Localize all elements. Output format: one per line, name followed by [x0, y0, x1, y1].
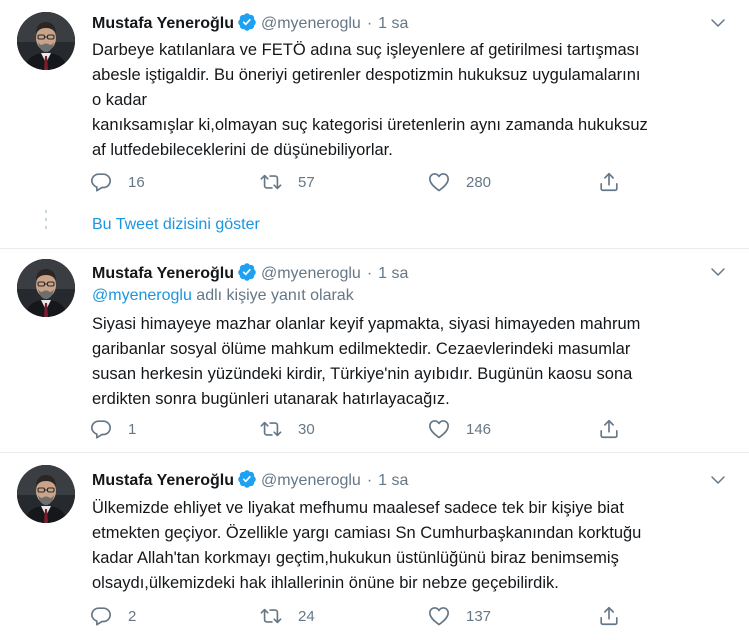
like-count: 137: [466, 607, 492, 625]
tweet-text-line: abesle iştigaldir. Bu öneriyi getirenler…: [92, 66, 641, 84]
tweet-text-line: kanıksamışlar ki,olmayan suç kategorisi …: [92, 116, 648, 134]
retweet-button[interactable]: 24: [260, 604, 315, 628]
reply-icon: [90, 418, 112, 440]
author-handle[interactable]: @myeneroglu: [261, 15, 361, 32]
share-icon: [598, 418, 620, 440]
retweet-icon: [260, 605, 282, 627]
reply-count: 2: [128, 607, 137, 625]
tweet-text-line: garibanlar sosyal ölüme mahkum edilmekte…: [92, 340, 631, 358]
verified-badge-icon: [237, 469, 257, 489]
retweet-icon: [260, 171, 282, 193]
tweet-text-line: o kadar: [92, 91, 148, 109]
tweet[interactable]: Mustafa Yeneroğlu @myeneroglu · 1 sa @myene…: [0, 248, 749, 453]
like-button[interactable]: 137: [428, 604, 491, 628]
tweet-text-line: etmekten geçiyor. Özellikle yargı camias…: [92, 524, 642, 542]
retweet-icon: [260, 418, 282, 440]
reply-button[interactable]: 2: [90, 604, 136, 628]
tweet[interactable]: Mustafa Yeneroğlu @myeneroglu · 1 sa Darbey…: [0, 0, 749, 201]
author-name[interactable]: Mustafa Yeneroğlu: [92, 472, 234, 489]
chevron-down-icon[interactable]: [709, 263, 727, 281]
retweet-button[interactable]: 57: [260, 170, 315, 194]
reply-count: 16: [128, 173, 145, 191]
tweet-header: Mustafa Yeneroğlu @myeneroglu · 1 sa: [92, 469, 719, 491]
heart-icon: [428, 605, 450, 627]
like-button[interactable]: 280: [428, 170, 491, 194]
heart-icon: [428, 171, 450, 193]
avatar[interactable]: [17, 12, 75, 70]
retweet-button[interactable]: 30: [260, 417, 315, 441]
tweet-actions: 2 24 137: [90, 604, 650, 628]
reply-count: 1: [128, 420, 137, 438]
tweet-text: Darbeye katılanlara ve FETÖ adına suç iş…: [92, 38, 732, 163]
timestamp[interactable]: 1 sa: [378, 15, 408, 32]
tweet-header: Mustafa Yeneroğlu @myeneroglu · 1 sa: [92, 262, 719, 284]
reply-to-handle-link[interactable]: @myeneroglu: [92, 287, 192, 304]
avatar[interactable]: [17, 465, 75, 523]
timestamp[interactable]: 1 sa: [378, 472, 408, 489]
share-icon: [598, 171, 620, 193]
reply-button[interactable]: 16: [90, 170, 145, 194]
timestamp[interactable]: 1 sa: [378, 265, 408, 282]
heart-icon: [428, 418, 450, 440]
tweet-header: Mustafa Yeneroğlu @myeneroglu · 1 sa: [92, 12, 719, 34]
chevron-down-icon[interactable]: [709, 471, 727, 489]
author-name[interactable]: Mustafa Yeneroğlu: [92, 265, 234, 282]
tweet-actions: 1 30 146: [90, 417, 650, 441]
author-handle[interactable]: @myeneroglu: [261, 472, 361, 489]
separator-dot: ·: [366, 472, 373, 489]
verified-badge-icon: [237, 262, 257, 282]
tweet-text-line: Siyasi himayeye mazhar olanlar keyif yap…: [92, 315, 641, 333]
reply-context: @myeneroglu adlı kişiye yanıt olarak: [92, 286, 354, 306]
tweet-text: Ülkemizde ehliyet ve liyakat mefhumu maa…: [92, 496, 732, 596]
tweet-text-line: susan herkesin yüzündeki kirdir, Türkiye…: [92, 365, 633, 383]
tweet-text-line: Ülkemizde ehliyet ve liyakat mefhumu maa…: [92, 499, 624, 517]
share-button[interactable]: [598, 170, 620, 194]
retweet-count: 57: [298, 173, 315, 191]
tweet-actions: 16 57 280: [90, 170, 650, 194]
thread-connector: [45, 210, 47, 229]
author-handle[interactable]: @myeneroglu: [261, 265, 361, 282]
reply-icon: [90, 171, 112, 193]
tweet-text: Siyasi himayeye mazhar olanlar keyif yap…: [92, 312, 732, 412]
author-name[interactable]: Mustafa Yeneroğlu: [92, 15, 234, 32]
tweet-text-line: kadar Allah'tan korkmayı geçtim,hukukun …: [92, 549, 619, 567]
like-button[interactable]: 146: [428, 417, 491, 441]
like-count: 146: [466, 420, 492, 438]
retweet-count: 24: [298, 607, 315, 625]
avatar[interactable]: [17, 259, 75, 317]
reply-to-suffix: adlı kişiye yanıt olarak: [191, 287, 354, 304]
verified-badge-icon: [237, 12, 257, 32]
share-button[interactable]: [598, 604, 620, 628]
retweet-count: 30: [298, 420, 315, 438]
tweet[interactable]: Mustafa Yeneroğlu @myeneroglu · 1 sa Ülkemi…: [0, 452, 749, 640]
like-count: 280: [466, 173, 492, 191]
chevron-down-icon[interactable]: [709, 14, 727, 32]
tweet-text-line: olsaydı,ülkemizdeki hak ihlallerinin önü…: [92, 574, 559, 592]
tweet-text-line: af lutfedebileceklerini de düşünebiliyor…: [92, 141, 393, 159]
separator-dot: ·: [366, 15, 373, 32]
reply-button[interactable]: 1: [90, 417, 136, 441]
separator-dot: ·: [366, 265, 373, 282]
tweet-text-line: Darbeye katılanlara ve FETÖ adına suç iş…: [92, 41, 640, 59]
show-thread-link[interactable]: Bu Tweet dizisini göster: [92, 216, 260, 234]
share-button[interactable]: [598, 417, 620, 441]
share-icon: [598, 605, 620, 627]
tweet-text-line: erdikten sonra bugünleri utanarak hatırl…: [92, 390, 450, 408]
reply-icon: [90, 605, 112, 627]
